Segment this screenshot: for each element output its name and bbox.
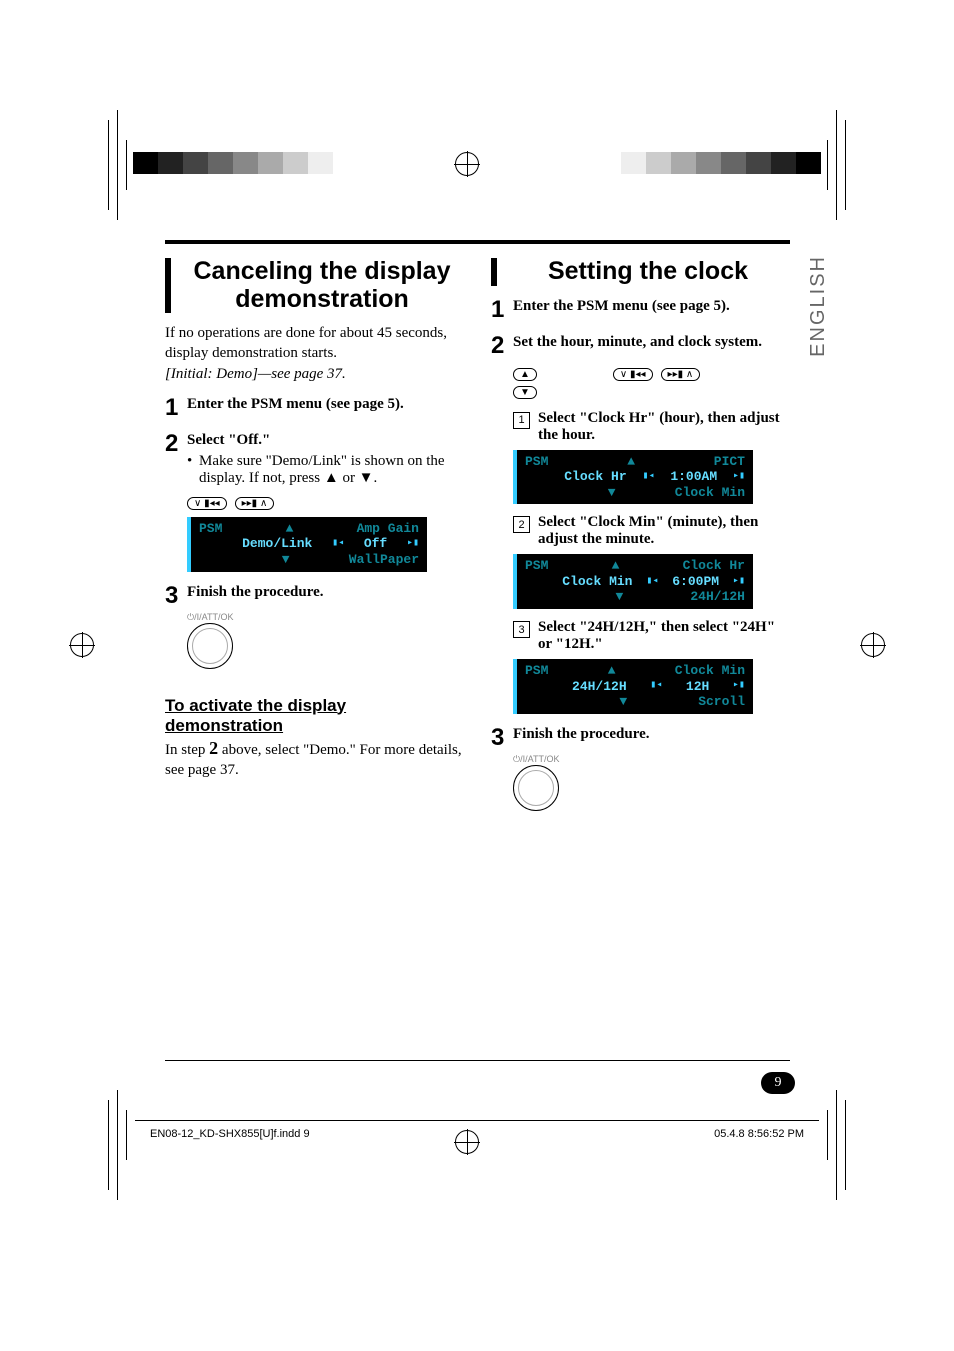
subsection-text: In step 2 above, select "Demo." For more… [165, 736, 463, 781]
lcd-display: PSM ▲Clock Hr Clock Min▮◂6:00PM▸▮ ▼24H/1… [513, 554, 753, 609]
intro-text: If no operations are done for about 45 s… [165, 323, 463, 364]
substep-number: 2 [513, 516, 530, 533]
crop-mark-icon [126, 140, 127, 190]
language-tab: ENGLISH [807, 255, 830, 357]
footer-timestamp: 05.4.8 8:56:52 PM [714, 1128, 804, 1140]
crop-mark-icon [108, 120, 109, 210]
lcd-display: PSM ▲PICT Clock Hr▮◂1:00AM▸▮ ▼Clock Min [513, 450, 753, 505]
button-diagram: ∨ ▮◂◂ ▸▸▮ ∧ [187, 493, 463, 511]
substep-number: 3 [513, 621, 530, 638]
crop-mark-icon [827, 1110, 828, 1160]
section-title: Setting the clock [507, 258, 789, 286]
lcd-row-up: Amp Gain [357, 521, 419, 537]
title-bar-icon [491, 258, 497, 286]
step-label: Finish the procedure. [187, 584, 463, 601]
control-knob-icon [513, 765, 559, 811]
control-knob-icon [187, 623, 233, 669]
button-diagram: ▲ ∨ ▮◂◂ ▸▸▮ ∧ ▼ [513, 364, 789, 400]
step-number: 3 [165, 584, 187, 608]
next-track-button-icon: ▸▸▮ ∧ [661, 368, 701, 381]
lcd-badge: PSM [525, 454, 548, 470]
prev-track-button-icon: ∨ ▮◂◂ [187, 497, 227, 510]
step-number: 1 [165, 396, 187, 420]
color-bar-icon [133, 152, 333, 174]
left-column: Canceling the display demonstration If n… [165, 258, 463, 816]
substep-number: 1 [513, 412, 530, 429]
lcd-display: PSM ▲Clock Min 24H/12H▮◂12H▸▮ ▼Scroll [513, 659, 753, 714]
lcd-row-selected: Clock Hr [564, 469, 626, 485]
up-button-icon: ▲ [513, 368, 537, 381]
crop-mark-icon [836, 110, 837, 220]
lcd-badge: PSM [525, 558, 548, 574]
color-bar-icon [621, 152, 821, 174]
lcd-badge: PSM [199, 521, 222, 537]
lcd-row-down: WallPaper [349, 552, 419, 568]
title-bar-icon [165, 258, 171, 313]
lcd-value: 12H [686, 679, 709, 695]
next-track-button-icon: ▸▸▮ ∧ [235, 497, 275, 510]
lcd-row-up: Clock Min [675, 663, 745, 679]
footer-file: EN08-12_KD-SHX855[U]f.indd 9 [150, 1128, 310, 1140]
crop-mark-icon [117, 1090, 118, 1200]
substep-label: Select "24H/12H," then select "24H" or "… [538, 619, 789, 653]
crop-mark-icon [836, 1090, 837, 1200]
step-label: Finish the procedure. [513, 726, 789, 743]
lcd-row-selected: Clock Min [562, 574, 632, 590]
substep-label: Select "Clock Hr" (hour), then adjust th… [538, 410, 789, 444]
crop-mark-icon [108, 1100, 109, 1190]
lcd-value: Off [364, 536, 387, 552]
registration-mark-icon [70, 633, 94, 657]
step-label: Set the hour, minute, and clock system. [513, 334, 789, 351]
knob-label: ⏻/I/ATT/OK [187, 612, 463, 623]
crop-mark-icon [117, 110, 118, 220]
lcd-row-up: PICT [714, 454, 745, 470]
right-column: Setting the clock 1 Enter the PSM menu (… [491, 258, 789, 816]
lcd-row-down: 24H/12H [690, 589, 745, 605]
lcd-value: 1:00AM [670, 469, 717, 485]
page-number-badge: 9 [761, 1072, 795, 1094]
top-rule [165, 240, 790, 244]
step-label: Enter the PSM menu (see page 5). [187, 396, 463, 413]
lcd-row-selected: Demo/Link [242, 536, 312, 552]
step-number: 1 [491, 298, 513, 322]
lcd-row-up: Clock Hr [683, 558, 745, 574]
registration-mark-icon [455, 1130, 479, 1154]
step-number: 2 [491, 334, 513, 358]
lcd-row-selected: 24H/12H [572, 679, 627, 695]
footer-rule [165, 1060, 790, 1061]
lcd-badge: PSM [525, 663, 548, 679]
intro-note: [Initial: Demo]—see page 37. [165, 364, 463, 384]
lcd-display: PSM ▲Amp Gain Demo/Link▮◂Off▸▮ ▼WallPape… [187, 517, 427, 572]
step-bullet: Make sure "Demo/Link" is shown on the di… [187, 453, 463, 487]
crop-mark-icon [845, 120, 846, 210]
crop-mark-icon [827, 140, 828, 190]
registration-mark-icon [455, 152, 479, 176]
step-label: Enter the PSM menu (see page 5). [513, 298, 789, 315]
lcd-row-down: Clock Min [675, 485, 745, 501]
down-button-icon: ▼ [513, 386, 537, 399]
crop-mark-icon [845, 1100, 846, 1190]
lcd-row-down: Scroll [698, 694, 745, 710]
step-number: 2 [165, 432, 187, 487]
registration-mark-icon [861, 633, 885, 657]
substep-label: Select "Clock Min" (minute), then adjust… [538, 514, 789, 548]
crop-mark-icon [126, 1110, 127, 1160]
step-number: 3 [491, 726, 513, 750]
step-label: Select "Off." [187, 432, 463, 449]
print-footer-rule [135, 1120, 819, 1121]
lcd-value: 6:00PM [672, 574, 719, 590]
subsection-heading: To activate the display demonstration [165, 696, 463, 736]
section-title: Canceling the display demonstration [181, 258, 463, 313]
knob-label: ⏻/I/ATT/OK [513, 754, 789, 765]
prev-track-button-icon: ∨ ▮◂◂ [613, 368, 653, 381]
